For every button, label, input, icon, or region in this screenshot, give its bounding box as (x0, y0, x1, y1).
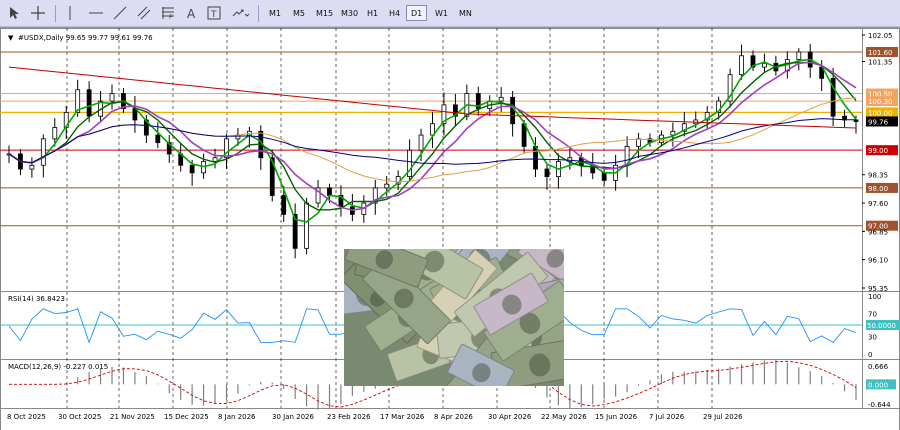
time-axis-label: 23 Feb 2026 (327, 413, 371, 421)
chart-window[interactable]: 8 Oct 2025 30 Oct 2025 21 Nov 2025 15 Dec 2… (0, 27, 900, 430)
time-axis-label: 22 May 2026 (541, 413, 587, 421)
timeframe-w1[interactable]: W1 (430, 5, 453, 21)
macd-tick-label: 0.666 (868, 363, 889, 371)
time-axis-label: 8 Oct 2025 (7, 413, 46, 421)
time-axis-label: 15 Dec 2025 (164, 413, 209, 421)
level-label: 100.00 (868, 109, 893, 117)
price-tick-label: 102.05 (868, 32, 893, 40)
svg-text:F: F (169, 14, 173, 20)
time-axis-label: 8 Jan 2026 (218, 413, 256, 421)
candle-body (86, 89, 92, 117)
candle-body (304, 202, 309, 249)
crosshair-icon[interactable] (30, 4, 46, 22)
candle-body (40, 138, 46, 166)
price-tick-label: 95.35 (868, 285, 888, 293)
cursor-icon[interactable] (6, 4, 22, 22)
time-axis-label: 15 Jun 2026 (595, 413, 638, 421)
candle-body (155, 134, 161, 144)
level-label: 99.76 (868, 118, 889, 126)
candle-body (418, 134, 424, 151)
rsi-tick-label: 30 (868, 334, 877, 342)
candle-body (762, 62, 767, 68)
price-tick-label: 96.10 (868, 257, 888, 265)
candle-body (670, 130, 676, 136)
fibonacci-icon[interactable]: F (160, 4, 176, 22)
rsi-tick-label: 0 (868, 351, 872, 359)
candle-body (498, 96, 504, 102)
timeframe-d1[interactable]: D1 (406, 5, 428, 21)
candle-body (544, 168, 550, 178)
candle-body (636, 138, 641, 147)
timeframe-m30[interactable]: M30 (336, 5, 363, 21)
candle-body (796, 51, 802, 60)
candle-body (327, 187, 332, 196)
level-label: 98.00 (868, 185, 888, 193)
channel-icon[interactable] (136, 4, 152, 22)
macd-tick-label: -0.644 (868, 401, 891, 409)
time-axis-label: 30 Apr 2026 (488, 413, 532, 421)
candle-body (601, 172, 607, 181)
rsi-level-label: 50.0000 (867, 322, 896, 330)
timeframe-h4[interactable]: H4 (384, 5, 405, 21)
level-label: 99.00 (868, 147, 888, 155)
time-axis-label: 17 Mar 2026 (380, 413, 425, 421)
time-axis-label: 29 Jul 2026 (703, 413, 743, 421)
candle-body (189, 164, 195, 174)
candle-body (29, 164, 35, 170)
candle-body (281, 195, 287, 215)
time-axis-label: 30 Jan 2026 (272, 413, 315, 421)
candle-body (212, 157, 218, 162)
time-axis-label: 21 Nov 2025 (110, 413, 155, 421)
price-tick-label: 97.60 (868, 200, 888, 208)
candle-body (52, 127, 58, 140)
macd-header: MACD(12,26,9) -0.227 0.015 (8, 363, 108, 371)
rsi-tick-label: 70 (868, 310, 877, 318)
dollar-bills-photo (344, 249, 564, 386)
main-header: #USDX,Daily 99.65 99.77 99.61 99.76 (18, 34, 153, 42)
arrows-icon[interactable] (230, 4, 250, 22)
time-axis-label: 30 Oct 2025 (58, 413, 101, 421)
horizontal-line-icon[interactable] (88, 4, 104, 22)
text-tool-icon[interactable]: A (184, 4, 200, 22)
price-tick-label: 96.85 (868, 228, 888, 236)
level-label: 100.30 (868, 98, 893, 106)
timeframe-m15[interactable]: M15 (311, 5, 338, 21)
candle-body (384, 183, 390, 189)
svg-text:A: A (187, 7, 196, 20)
time-axis-label: 7 Jul 2026 (649, 413, 685, 421)
toolbar: F A T M1 M5 M15 M30 H1 H4 D1 W1 MN (0, 0, 900, 27)
timeframe-m1[interactable]: M1 (264, 5, 286, 21)
timeframe-m5[interactable]: M5 (288, 5, 310, 21)
timeframe-h1[interactable]: H1 (362, 5, 383, 21)
time-axis-label: 8 Apr 2026 (434, 413, 473, 421)
trendline-icon[interactable] (112, 4, 128, 22)
timeframe-mn[interactable]: MN (454, 5, 477, 21)
header-arrow: ▼ (8, 34, 14, 42)
macd-zero-label: 0.000 (868, 381, 888, 389)
level-label: 101.60 (868, 49, 893, 57)
rsi-header: RSI(14) 36.8423 (8, 295, 65, 303)
text-label-icon[interactable]: T (206, 4, 222, 22)
svg-text:T: T (210, 10, 217, 20)
candle-body (739, 55, 744, 76)
vertical-line-icon[interactable] (63, 4, 77, 22)
price-tick-label: 101.35 (868, 58, 893, 66)
rsi-tick-label: 100 (868, 293, 881, 301)
price-tick-label: 98.35 (868, 172, 888, 180)
candle-body (109, 93, 115, 102)
